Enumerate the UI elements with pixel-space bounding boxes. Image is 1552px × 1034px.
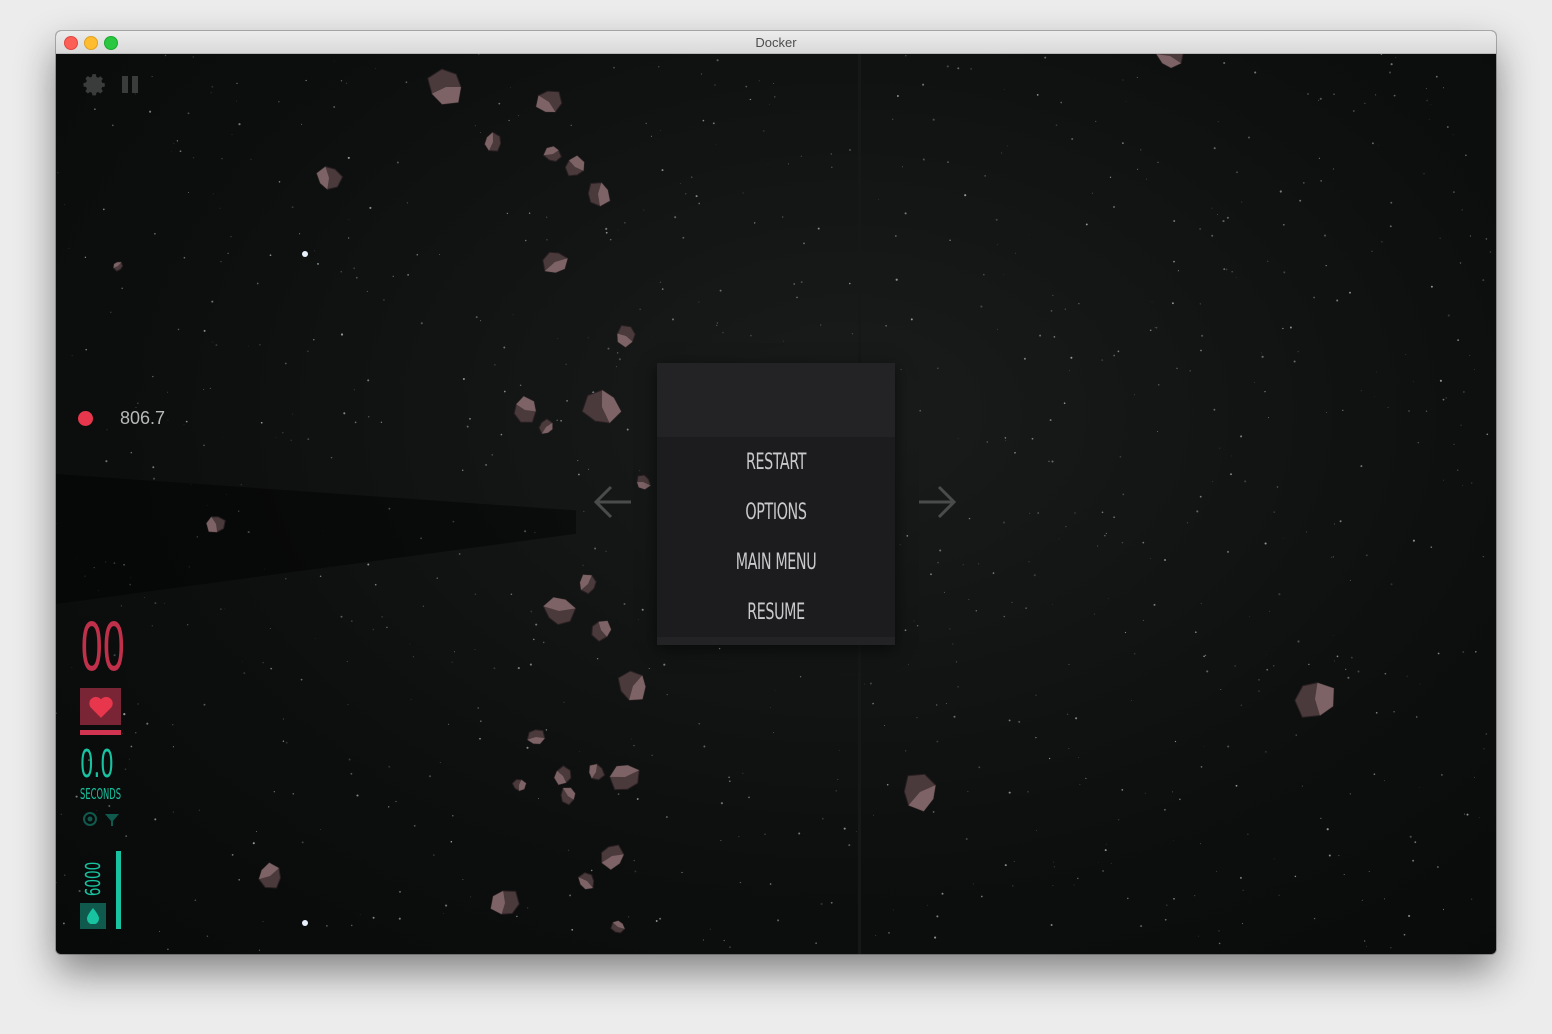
- target-indicator: 806.7: [78, 408, 165, 429]
- fuel-box: [80, 903, 106, 929]
- hud-mini-icons: [82, 811, 124, 827]
- asteroid: [258, 862, 282, 889]
- asteroid: [600, 844, 625, 871]
- options-button[interactable]: OPTIONS: [690, 487, 861, 537]
- top-controls: [82, 72, 138, 98]
- asteroid: [526, 729, 546, 745]
- asteroid: [542, 145, 563, 162]
- target-dot: [78, 411, 93, 426]
- title-bar: Docker: [56, 31, 1496, 54]
- asteroid: [553, 765, 572, 786]
- close-window-button[interactable]: [64, 36, 78, 50]
- arrow-right-icon[interactable]: [917, 484, 957, 520]
- asteroid: [513, 395, 537, 423]
- asteroid: [316, 166, 344, 190]
- asteroid: [535, 90, 563, 113]
- pause-menu: RESTART OPTIONS MAIN MENU RESUME: [657, 363, 895, 645]
- asteroid: [205, 516, 226, 533]
- lives-bar: [80, 730, 121, 735]
- fuel-bar: [116, 851, 121, 929]
- pause-icon[interactable]: [122, 76, 138, 98]
- asteroid: [610, 920, 626, 934]
- main-menu-button[interactable]: MAIN MENU: [690, 537, 861, 587]
- asteroid: [538, 418, 553, 435]
- time-unit: SECONDS: [80, 785, 122, 803]
- hud-panel: 00 0.0 SECONDS: [80, 609, 126, 827]
- time-value: 0.0: [80, 742, 114, 786]
- asteroid: [490, 890, 520, 915]
- restart-button[interactable]: RESTART: [690, 437, 861, 487]
- asteroid: [1155, 54, 1184, 69]
- window-title: Docker: [755, 34, 797, 50]
- gear-icon[interactable]: [82, 72, 108, 98]
- asteroid: [579, 574, 597, 595]
- asteroid: [587, 182, 611, 207]
- asteroid: [581, 389, 622, 424]
- heart-icon: [88, 696, 113, 718]
- menu-footer: [657, 637, 895, 645]
- asteroid: [903, 773, 937, 812]
- game-viewport[interactable]: 806.7 RESTART OPTIONS MAIN MENU RESUME 0…: [56, 54, 1496, 954]
- arrow-left-icon[interactable]: [593, 484, 633, 520]
- asteroid: [609, 764, 640, 791]
- fuel-value: 6000: [81, 861, 105, 897]
- fuel-gauge: 6000: [80, 851, 130, 931]
- maximize-window-button[interactable]: [104, 36, 118, 50]
- resume-button[interactable]: RESUME: [690, 587, 861, 637]
- drop-icon: [87, 908, 99, 924]
- asteroid: [560, 787, 576, 806]
- asteroid: [427, 68, 462, 105]
- score-counter: 00: [80, 609, 126, 686]
- asteroid: [577, 872, 595, 890]
- asteroid: [636, 474, 652, 490]
- asteroid: [588, 763, 606, 781]
- asteroid: [511, 778, 527, 792]
- asteroid: [542, 596, 577, 626]
- minimize-window-button[interactable]: [84, 36, 98, 50]
- asteroid: [484, 131, 502, 152]
- asteroid: [617, 670, 647, 701]
- asteroid: [542, 251, 569, 274]
- asteroid: [564, 154, 585, 177]
- lives-box: [80, 688, 121, 725]
- target-distance: 806.7: [120, 408, 166, 428]
- asteroid: [616, 324, 636, 348]
- asteroid: [112, 261, 124, 272]
- filter-icon: [105, 814, 119, 826]
- menu-header: [657, 363, 895, 437]
- app-window: Docker 806.7 RESTART OPTIONS MAIN MENU R…: [56, 31, 1496, 954]
- target-icon: [83, 812, 97, 826]
- asteroid: [1294, 682, 1335, 718]
- asteroid: [591, 620, 612, 643]
